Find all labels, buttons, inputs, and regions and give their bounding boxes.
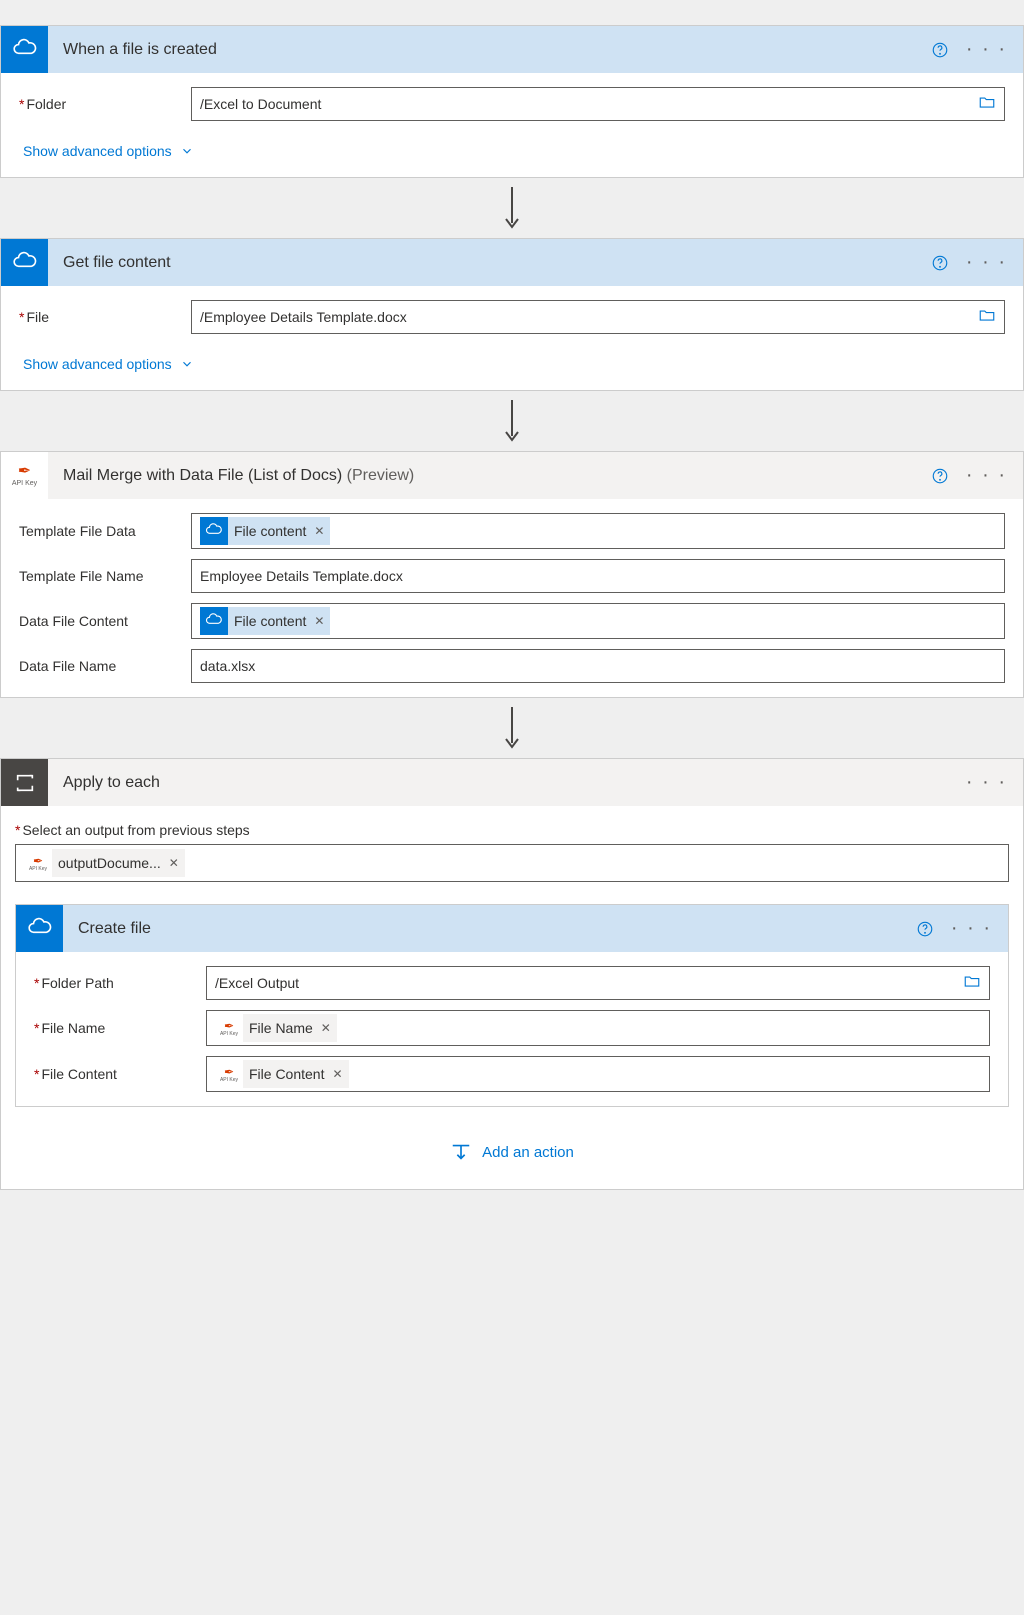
field-label-file: *File — [19, 309, 191, 325]
field-label: Data File Name — [19, 658, 191, 674]
onedrive-icon — [200, 517, 228, 545]
flow-arrow — [0, 698, 1024, 758]
step-title: Apply to each — [48, 774, 960, 792]
token-remove-icon[interactable]: ✕ — [169, 856, 179, 870]
folder-value: /Excel to Document — [200, 94, 321, 114]
folder-picker-icon[interactable] — [978, 94, 996, 115]
folder-picker-icon[interactable] — [963, 973, 981, 994]
step-title: Mail Merge with Data File (List of Docs)… — [48, 467, 930, 485]
show-advanced-link[interactable]: Show advanced options — [19, 131, 198, 163]
template-name-value: Employee Details Template.docx — [200, 566, 403, 586]
file-content-token[interactable]: ✒API Key File Content ✕ — [215, 1060, 349, 1088]
add-action-label: Add an action — [482, 1144, 574, 1161]
file-name-input[interactable]: ✒API Key File Name ✕ — [206, 1010, 990, 1046]
add-action-button[interactable]: Add an action — [15, 1107, 1009, 1175]
token-remove-icon[interactable]: ✕ — [314, 524, 324, 538]
data-name-value: data.xlsx — [200, 656, 255, 676]
help-icon[interactable] — [930, 253, 950, 273]
onedrive-icon — [1, 239, 48, 286]
step-title: When a file is created — [48, 41, 930, 59]
folder-input[interactable]: /Excel to Document — [191, 87, 1005, 121]
help-icon[interactable] — [930, 40, 950, 60]
field-label-folder: *Folder — [19, 96, 191, 112]
template-data-input[interactable]: File content ✕ — [191, 513, 1005, 549]
add-action-icon — [450, 1141, 472, 1163]
step-header[interactable]: ✒API Key Mail Merge with Data File (List… — [1, 452, 1023, 499]
show-advanced-link[interactable]: Show advanced options — [19, 344, 198, 376]
loop-icon — [1, 759, 48, 806]
step-header[interactable]: Create file · · · — [16, 905, 1008, 952]
field-label: *Folder Path — [34, 975, 206, 991]
more-icon[interactable]: · · · — [960, 771, 1013, 795]
step-getfile-card: Get file content · · · *File /Employee D… — [0, 238, 1024, 391]
folder-picker-icon[interactable] — [978, 307, 996, 328]
file-content-input[interactable]: ✒API Key File Content ✕ — [206, 1056, 990, 1092]
file-value: /Employee Details Template.docx — [200, 307, 407, 327]
file-name-token[interactable]: ✒API Key File Name ✕ — [215, 1014, 337, 1042]
field-label: *File Name — [34, 1020, 206, 1036]
step-title: Get file content — [48, 254, 930, 272]
onedrive-icon — [16, 905, 63, 952]
step-title: Create file — [63, 920, 915, 938]
file-content-token[interactable]: File content ✕ — [200, 517, 330, 545]
api-key-icon: ✒API Key — [215, 1060, 243, 1088]
field-label: Template File Data — [19, 523, 191, 539]
onedrive-icon — [200, 607, 228, 635]
chevron-down-icon — [180, 144, 194, 158]
api-key-icon: ✒API Key — [24, 849, 52, 877]
step-header[interactable]: Apply to each · · · — [1, 759, 1023, 806]
token-remove-icon[interactable]: ✕ — [314, 614, 324, 628]
step-applyeach-card: Apply to each · · · *Select an output fr… — [0, 758, 1024, 1190]
step-header[interactable]: Get file content · · · — [1, 239, 1023, 286]
step-mailmerge-card: ✒API Key Mail Merge with Data File (List… — [0, 451, 1024, 698]
more-icon[interactable]: · · · — [960, 38, 1013, 62]
token-remove-icon[interactable]: ✕ — [321, 1021, 331, 1035]
field-label: Template File Name — [19, 568, 191, 584]
step-header[interactable]: When a file is created · · · — [1, 26, 1023, 73]
more-icon[interactable]: · · · — [960, 464, 1013, 488]
help-icon[interactable] — [930, 466, 950, 486]
token-remove-icon[interactable]: ✕ — [332, 1067, 342, 1081]
field-label: Data File Content — [19, 613, 191, 629]
file-content-token[interactable]: File content ✕ — [200, 607, 330, 635]
data-name-input[interactable]: data.xlsx — [191, 649, 1005, 683]
field-label: *File Content — [34, 1066, 206, 1082]
step-createfile-card: Create file · · · *Folder Path /Excel Ou… — [15, 904, 1009, 1107]
flow-arrow — [0, 178, 1024, 238]
step-trigger-card: When a file is created · · · *Folder /Ex… — [0, 25, 1024, 178]
more-icon[interactable]: · · · — [945, 917, 998, 941]
template-name-input[interactable]: Employee Details Template.docx — [191, 559, 1005, 593]
file-input[interactable]: /Employee Details Template.docx — [191, 300, 1005, 334]
folder-path-input[interactable]: /Excel Output — [206, 966, 990, 1000]
folder-path-value: /Excel Output — [215, 973, 299, 993]
api-key-icon: ✒API Key — [215, 1014, 243, 1042]
onedrive-icon — [1, 26, 48, 73]
api-key-icon: ✒API Key — [1, 452, 48, 499]
output-docs-token[interactable]: ✒API Key outputDocume... ✕ — [24, 849, 185, 877]
help-icon[interactable] — [915, 919, 935, 939]
select-output-label: *Select an output from previous steps — [15, 822, 1009, 838]
flow-arrow — [0, 391, 1024, 451]
data-content-input[interactable]: File content ✕ — [191, 603, 1005, 639]
select-output-input[interactable]: ✒API Key outputDocume... ✕ — [15, 844, 1009, 882]
more-icon[interactable]: · · · — [960, 251, 1013, 275]
chevron-down-icon — [180, 357, 194, 371]
